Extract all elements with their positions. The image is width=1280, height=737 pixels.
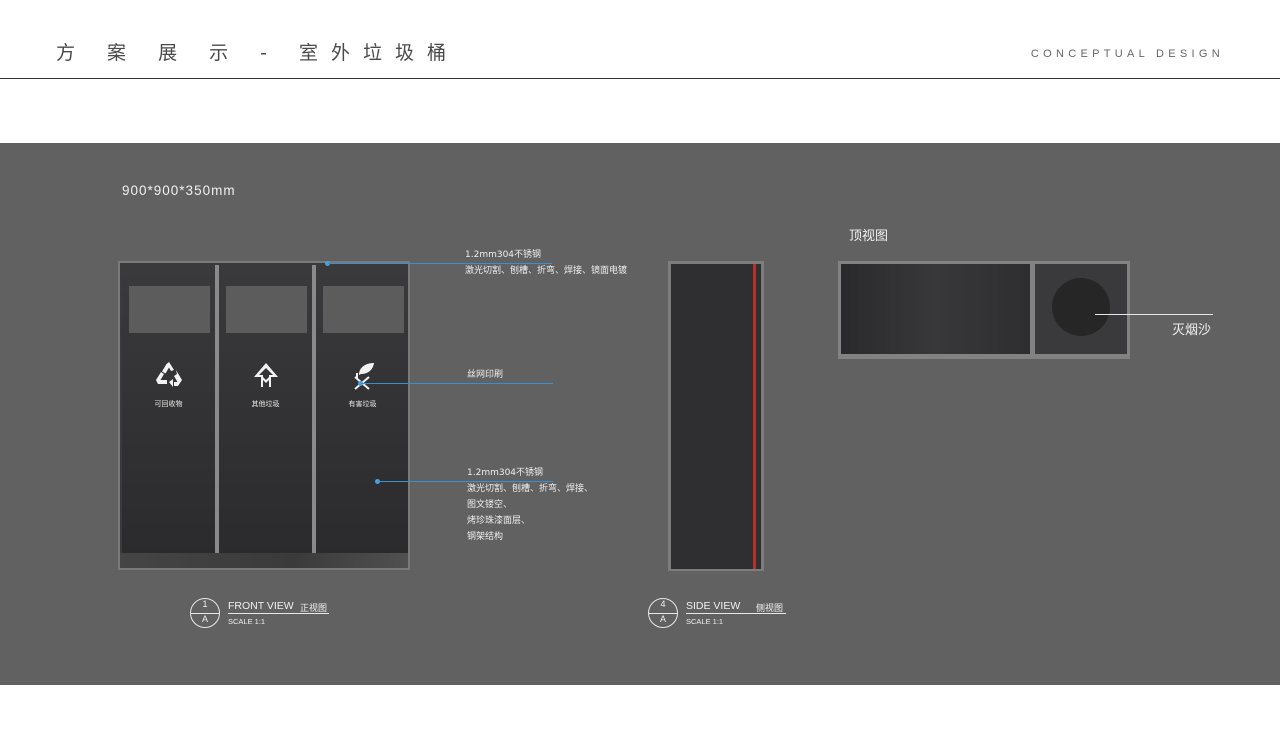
bin-label-plate (129, 286, 210, 333)
view-scale: SCALE 1:1 (686, 617, 724, 626)
ashtray-label: 灭烟沙 (1172, 323, 1212, 338)
leader-line (361, 383, 553, 384)
drawing-panel: 900*900*350mm 可回收物 其他垃圾 有害垃圾 1.2mm304不锈钢… (0, 143, 1280, 685)
side-body (671, 264, 761, 569)
top-view-drawing (838, 261, 1130, 359)
header-divider (0, 78, 1280, 79)
hazardous-waste-icon (316, 361, 409, 391)
annotation-line: 激光切割、刨槽、折弯、焊接、 (467, 484, 594, 494)
side-view-drawing (668, 261, 764, 571)
view-number: 4 (660, 599, 666, 609)
view-underline (686, 613, 786, 614)
view-underline (228, 613, 329, 614)
annotation-line: 烤珍珠漆面层、 (467, 516, 531, 526)
bin-label-plate (226, 286, 307, 333)
sheet-letter: A (201, 614, 208, 624)
bin-caption: 有害垃圾 (348, 400, 377, 408)
annotation-material-body: 1.2mm304不锈钢 激光切割、刨槽、折弯、焊接、 图文镂空、 烤珍珠漆面层、… (467, 465, 593, 545)
view-name: FRONT VIEW (228, 600, 294, 612)
ashtray-circle (1052, 278, 1110, 336)
view-scale: SCALE 1:1 (228, 617, 266, 626)
annotation-line: 1.2mm304不锈钢 (465, 250, 542, 260)
ashtray-leader-line (1095, 314, 1213, 315)
bin-caption: 其他垃圾 (251, 400, 280, 408)
view-number: 1 (202, 599, 208, 609)
front-base (120, 553, 408, 568)
top-view-label: 顶视图 (849, 229, 889, 244)
dimensions-label: 900*900*350mm (122, 183, 236, 198)
side-accent-stripe (753, 264, 756, 569)
annotation-print: 丝网印刷 (467, 367, 503, 383)
ashtray-section (1035, 264, 1127, 354)
page-subtitle: CONCEPTUAL DESIGN (1030, 48, 1224, 60)
bin-hazardous: 有害垃圾 (316, 265, 408, 554)
annotation-line: 钢架结构 (467, 532, 504, 542)
bin-caption: 可回收物 (154, 400, 183, 408)
page-title: 方 案 展 示 - 室外垃圾桶 (56, 42, 460, 64)
other-waste-icon (219, 361, 312, 391)
annotation-line: 图文镂空、 (467, 500, 513, 510)
bin-other: 其他垃圾 (219, 265, 312, 554)
annotation-line: 丝网印刷 (467, 370, 504, 380)
top-lid (841, 264, 1030, 354)
bin-label-plate (323, 286, 404, 333)
front-view-drawing: 可回收物 其他垃圾 有害垃圾 (118, 261, 410, 570)
annotation-line: 1.2mm304不锈钢 (467, 468, 544, 478)
sheet-letter: A (659, 614, 666, 624)
view-name: SIDE VIEW (686, 600, 741, 612)
bin-recyclable: 可回收物 (122, 265, 215, 554)
annotation-material-top: 1.2mm304不锈钢 激光切割、刨槽、折弯、焊接、镜面电镀 (465, 247, 627, 279)
annotation-line: 激光切割、刨槽、折弯、焊接、镜面电镀 (465, 266, 628, 276)
recycle-icon (122, 361, 215, 391)
